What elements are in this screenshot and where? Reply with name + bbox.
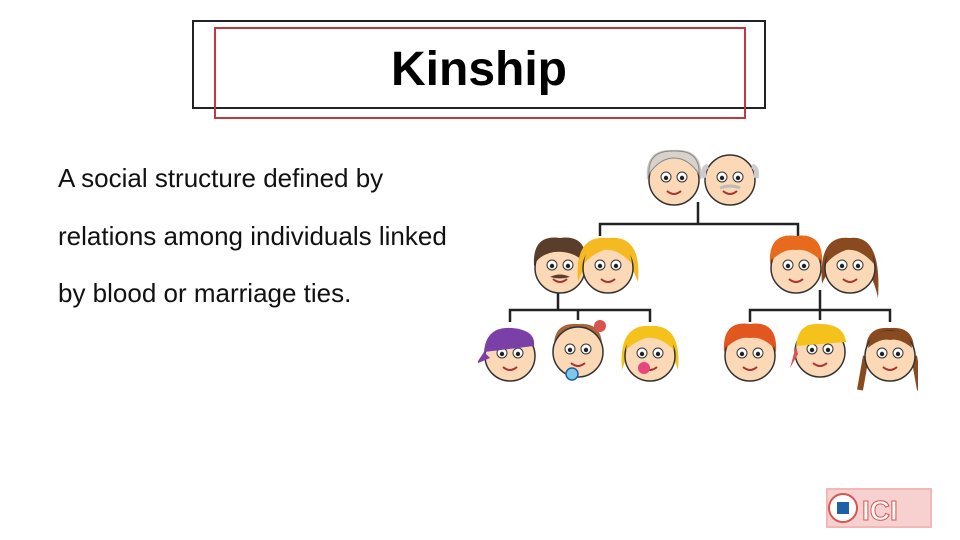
family-tree-illustration: [478, 149, 918, 391]
daughter-in-law-face: [821, 237, 879, 298]
boy-yellow-cap-face: [790, 323, 846, 378]
ici-logo: ICI: [826, 488, 932, 528]
definition-text: A social structure defined by relations …: [58, 163, 447, 308]
grandfather-face: [701, 154, 759, 206]
baby-girl-face: [552, 320, 606, 381]
boy-red-hair-face: [723, 323, 777, 382]
boy-purple-cap-face: [478, 327, 536, 382]
girl-braids-face: [857, 327, 918, 391]
slide-title: Kinship: [391, 43, 567, 96]
grandmother-face: [646, 149, 702, 206]
mother-face: [577, 237, 639, 294]
son-face: [769, 235, 823, 294]
logo-text: ICI: [862, 495, 898, 526]
girl-blonde-face: [621, 325, 679, 382]
